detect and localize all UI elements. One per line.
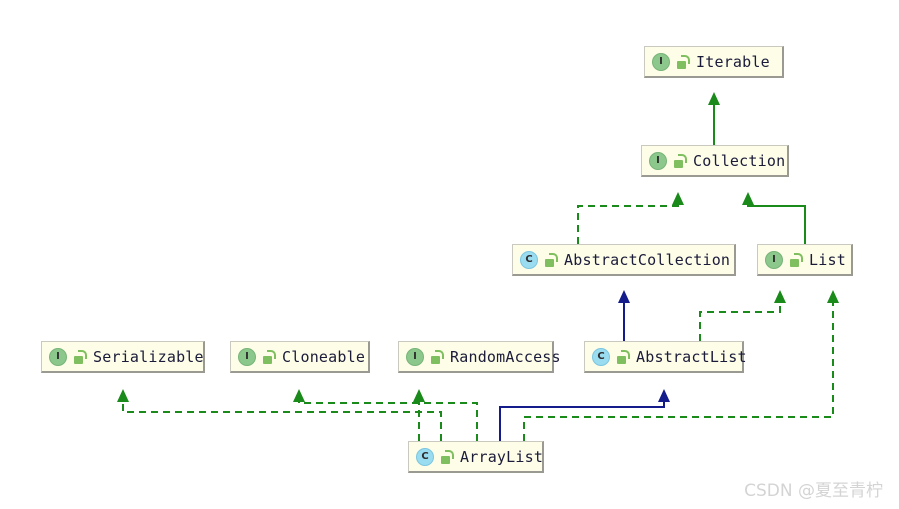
edge-line-implements (577, 205, 679, 244)
edge-arraylist-to-cloneable (293, 389, 478, 441)
edge-arrowhead-implements (774, 290, 786, 303)
edge-line-implements (298, 402, 478, 441)
edge-arrowhead-extends (618, 290, 630, 303)
edge-arrowhead-extends (658, 389, 670, 402)
class-node-arraylist[interactable]: C ArrayList (408, 441, 544, 473)
class-node-collection[interactable]: I Collection (641, 145, 789, 177)
unlocked-padlock-icon (675, 54, 690, 69)
unlocked-padlock-icon (429, 349, 444, 364)
class-node-abstractlist[interactable]: C AbstractList (584, 341, 747, 373)
class-node-label: RandomAccess (450, 347, 561, 366)
edge-arraylist-to-abstractlist (499, 389, 670, 441)
uml-class-diagram: I Iterable I Collection C AbstractCollection I… (0, 0, 899, 509)
unlocked-padlock-icon (72, 349, 87, 364)
class-node-list[interactable]: I List (757, 244, 853, 276)
interface-badge-icon: I (649, 151, 667, 170)
unlocked-padlock-icon (672, 153, 687, 168)
edge-arrowhead-implements (827, 290, 839, 303)
class-node-randomaccess[interactable]: I RandomAccess (398, 341, 561, 373)
class-node-abstractcollection[interactable]: C AbstractCollection (512, 244, 736, 276)
class-node-iterable[interactable]: I Iterable (644, 46, 784, 78)
interface-badge-icon: I (238, 347, 256, 366)
interface-badge-icon: I (406, 347, 424, 366)
edge-line-implements (122, 402, 442, 441)
interface-badge-icon: I (49, 347, 67, 366)
edge-arrowhead-extends (742, 192, 754, 205)
edge-abstractcollection-to-collection (577, 192, 684, 244)
edge-abstractlist-to-abstractcollection (618, 290, 630, 341)
edge-list-to-collection (742, 192, 806, 244)
class-badge-icon: C (520, 250, 538, 269)
csdn-watermark: CSDN @夏至青柠 (744, 481, 883, 501)
unlocked-padlock-icon (261, 349, 276, 364)
unlocked-padlock-icon (543, 252, 558, 267)
class-node-label: List (809, 250, 846, 269)
edge-line-extends (747, 205, 806, 244)
unlocked-padlock-icon (615, 349, 630, 364)
class-node-label: Iterable (696, 52, 770, 71)
class-node-label: AbstractCollection (564, 250, 731, 269)
edge-line-implements (699, 303, 781, 341)
unlocked-padlock-icon (788, 252, 803, 267)
edge-arrowhead-implements (293, 389, 305, 402)
edge-collection-to-iterable (708, 92, 720, 145)
class-node-serializable[interactable]: I Serializable (41, 341, 205, 373)
class-node-cloneable[interactable]: I Cloneable (230, 341, 370, 373)
interface-badge-icon: I (765, 250, 783, 269)
class-node-label: Cloneable (282, 347, 366, 366)
class-badge-icon: C (592, 347, 610, 366)
interface-badge-icon: I (652, 52, 670, 71)
edge-abstractlist-to-list (699, 290, 786, 341)
class-node-label: ArrayList (460, 447, 544, 466)
class-node-label: Serializable (93, 347, 204, 366)
edge-arraylist-to-randomaccess (413, 389, 425, 441)
edge-arrowhead-implements (672, 192, 684, 205)
edge-arrowhead-implements (413, 389, 425, 402)
unlocked-padlock-icon (439, 449, 454, 464)
class-node-label: AbstractList (636, 347, 747, 366)
class-node-label: Collection (693, 151, 786, 170)
edge-arrowhead-extends (708, 92, 720, 105)
edge-line-extends (499, 402, 665, 441)
edge-arraylist-to-serializable (117, 389, 442, 441)
edge-arrowhead-implements (117, 389, 129, 402)
class-badge-icon: C (416, 447, 434, 466)
